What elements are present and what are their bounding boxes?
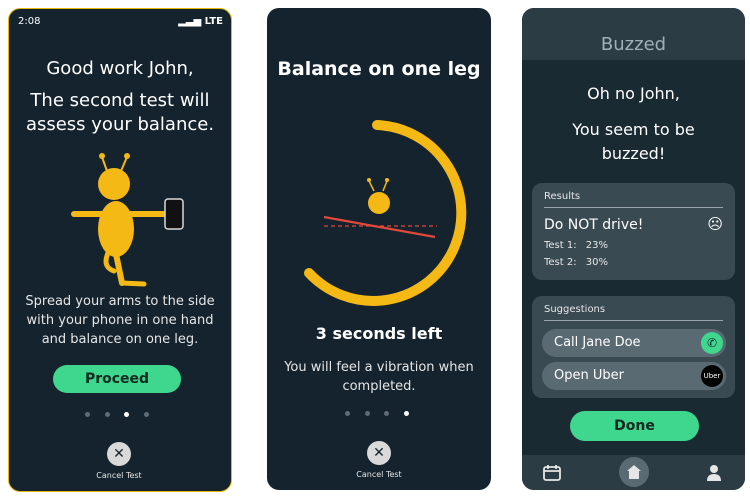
done-button[interactable]: Done [570,411,699,441]
test-value: 30% [585,257,609,268]
results-card: Results Do NOT drive! ☹ Test 1: 23% Test… [532,183,735,280]
results-divider [544,207,723,208]
suggestions-title: Suggestions [544,304,606,315]
cancel-test-button[interactable]: ✕ [107,442,131,466]
test-label: Test 2: [544,257,577,268]
call-contact-label: Call Jane Doe [554,335,641,350]
progress-dot-active [124,412,129,417]
results-title: Results [544,191,581,202]
balance-test-screen: Balance on one leg 3 seconds left You wi… [267,8,491,490]
cancel-test-label: Cancel Test [356,470,402,479]
open-uber-button[interactable]: Open Uber Uber [542,362,726,390]
sad-face-icon: ☹ [707,215,723,233]
vibration-note: You will feel a vibration when completed… [284,360,474,394]
home-icon [627,465,641,479]
test-value: 23% [585,240,609,251]
calendar-icon[interactable] [543,465,561,481]
balance-figure-illustration [71,153,184,287]
open-uber-label: Open Uber [554,368,624,383]
greeting-text: Oh no John, [587,84,680,103]
test-label: Test 1: [544,240,577,251]
call-contact-button[interactable]: Call Jane Doe ✆ [542,329,726,357]
progress-dot [365,411,370,416]
suggestions-divider [544,320,723,321]
profile-icon[interactable] [706,464,722,482]
test-result-row: Test 2: 30% [544,257,608,268]
suggestions-card: Suggestions Call Jane Doe ✆ Open Uber Ub… [532,296,735,398]
greeting-text: Good work John, [46,58,194,79]
uber-icon: Uber [701,365,723,387]
close-icon: ✕ [373,445,385,461]
cancel-test-label: Cancel Test [96,471,142,480]
status-time: 2:08 [18,16,41,27]
network-type: LTE [204,16,223,27]
app-title: Buzzed [600,34,667,55]
countdown-text: 3 seconds left [315,324,443,343]
progress-dot [144,412,149,417]
progress-dot [105,412,110,417]
verdict-text: Do NOT drive! [544,217,644,233]
instructions-text: Spread your arms to the side with your p… [25,294,215,347]
balance-level-gauge [304,120,467,306]
buzzed-message: You seem to be buzzed! [572,120,695,163]
status-signal: ▂▃▅ LTE [178,16,223,27]
results-screen: Buzzed Oh no John, You seem to be buzzed… [522,8,745,490]
app-header: Buzzed [522,8,745,60]
phone-icon: ✆ [701,332,723,354]
test-title: Balance on one leg [277,58,481,80]
test-result-row: Test 1: 23% [544,240,608,251]
cancel-test-button[interactable]: ✕ [367,441,391,465]
bottom-nav [522,455,745,490]
progress-dot-active [404,411,409,416]
signal-bars-icon: ▂▃▅ [178,16,202,27]
progress-dot [384,411,389,416]
headline-text: The second test will assess your balance… [25,90,215,135]
close-icon: ✕ [113,446,125,462]
proceed-button[interactable]: Proceed [53,365,181,393]
balance-intro-screen: 2:08 ▂▃▅ LTE Good work John, The second … [8,8,232,492]
progress-dot [345,411,350,416]
progress-dot [85,412,90,417]
home-nav-button[interactable] [619,457,649,487]
